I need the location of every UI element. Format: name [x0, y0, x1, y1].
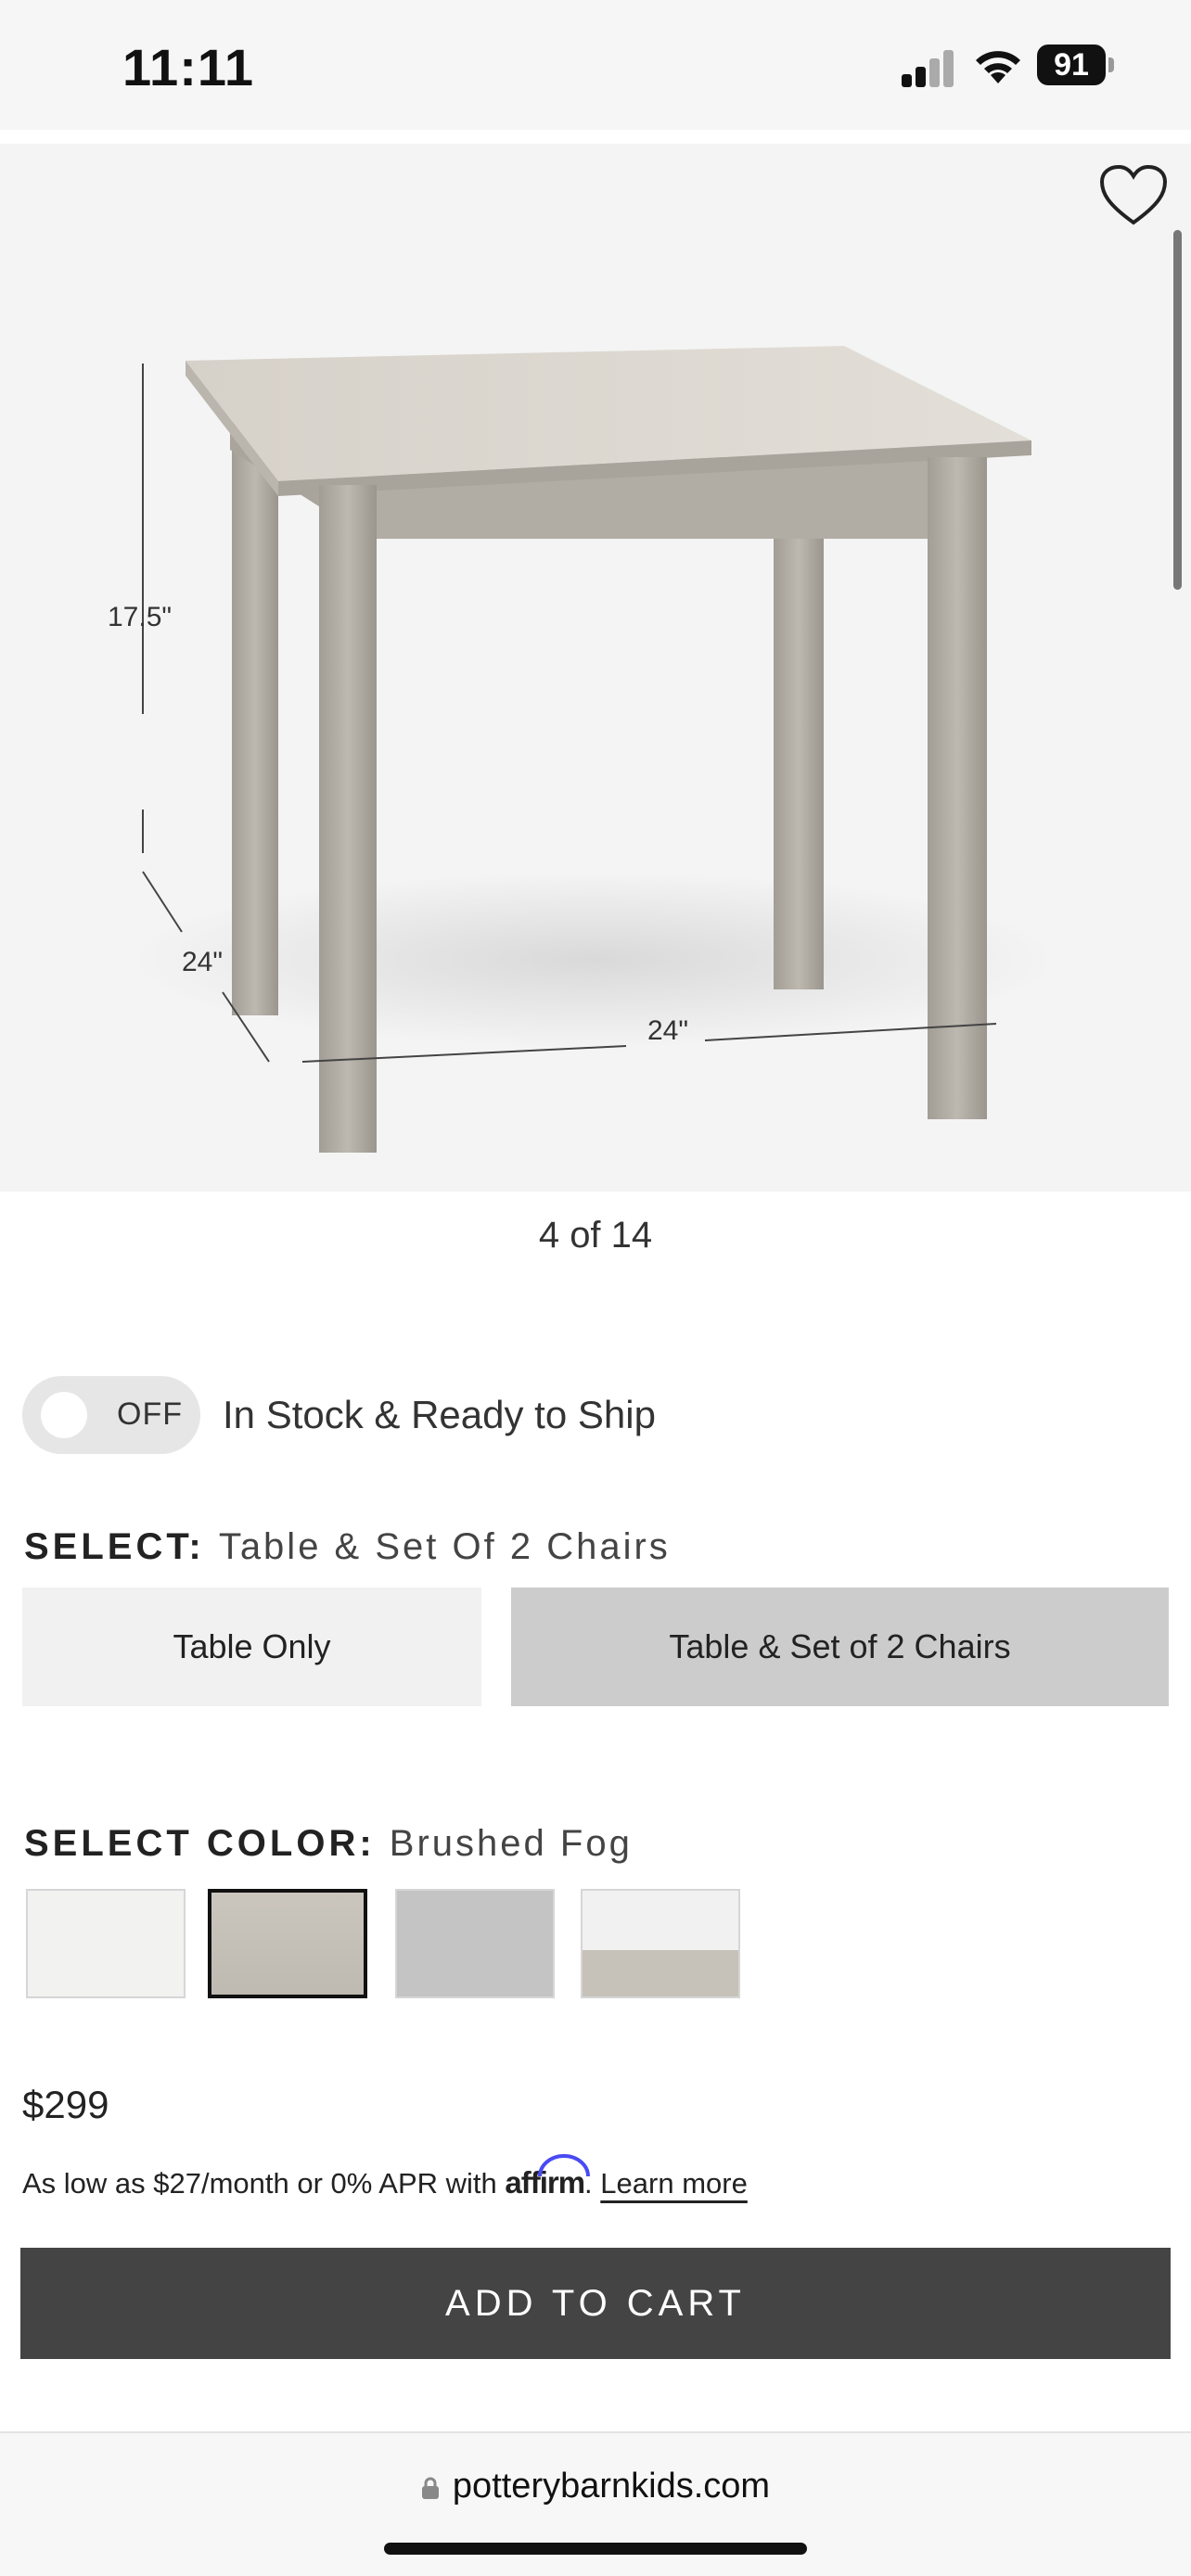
color-swatch-gray[interactable] — [395, 1889, 555, 1998]
color-heading: SELECT COLOR: Brushed Fog — [24, 1823, 633, 1865]
product-page: 11:11 91 17.5" 24" 24" 4 of 14 OFF In St… — [0, 0, 1191, 2576]
option-table-only[interactable]: Table Only — [22, 1588, 481, 1706]
url-text: potterybarnkids.com — [452, 2467, 771, 2506]
affirm-logo: affirm — [505, 2154, 591, 2200]
product-price: $299 — [22, 2083, 109, 2126]
cellular-signal-icon — [902, 50, 955, 87]
battery-icon: 91 — [1037, 45, 1115, 85]
financing-copy: As low as $27/month or 0% APR with — [22, 2167, 506, 2200]
product-image-gallery[interactable]: 17.5" 24" 24" — [0, 144, 1191, 1192]
select-key: SELECT: — [24, 1526, 205, 1567]
in-stock-label: In Stock & Ready to Ship — [223, 1393, 656, 1436]
dimension-width-label: 24" — [647, 1015, 689, 1046]
home-indicator — [384, 2543, 807, 2555]
select-heading: SELECT: Table & Set Of 2 Chairs — [24, 1526, 671, 1568]
status-bar: 11:11 91 — [0, 0, 1191, 130]
scrollbar[interactable] — [1173, 230, 1182, 590]
learn-more-link[interactable]: Learn more — [600, 2167, 748, 2200]
dimension-height-label: 17.5" — [108, 602, 173, 632]
gallery-pager: 4 of 14 — [538, 1215, 653, 1256]
financing-text: As low as $27/month or 0% APR with affir… — [22, 2154, 748, 2200]
color-swatch-white-fog[interactable] — [581, 1889, 740, 1998]
wifi-icon — [976, 51, 1020, 83]
lock-icon — [421, 2477, 439, 2499]
affirm-arc-icon — [538, 2154, 591, 2177]
add-to-cart-button[interactable]: ADD TO CART — [20, 2248, 1171, 2359]
color-key: SELECT COLOR: — [24, 1823, 376, 1864]
color-swatch-white[interactable] — [26, 1889, 186, 1998]
status-time: 11:11 — [122, 38, 255, 96]
dimension-depth-label: 24" — [182, 947, 224, 977]
in-stock-toggle[interactable]: OFF — [22, 1376, 200, 1454]
color-value: Brushed Fog — [389, 1823, 633, 1864]
battery-level: 91 — [1037, 45, 1106, 85]
toggle-state: OFF — [117, 1396, 183, 1432]
option-table-and-chairs[interactable]: Table & Set of 2 Chairs — [511, 1588, 1169, 1706]
toggle-knob — [41, 1392, 87, 1438]
favorite-heart-icon[interactable] — [1098, 163, 1169, 228]
product-image — [130, 346, 1057, 1153]
url-display[interactable]: potterybarnkids.com — [0, 2467, 1191, 2506]
color-swatch-brushed-fog[interactable] — [208, 1889, 367, 1998]
select-value: Table & Set Of 2 Chairs — [218, 1526, 671, 1567]
browser-url-bar[interactable]: potterybarnkids.com — [0, 2431, 1191, 2576]
